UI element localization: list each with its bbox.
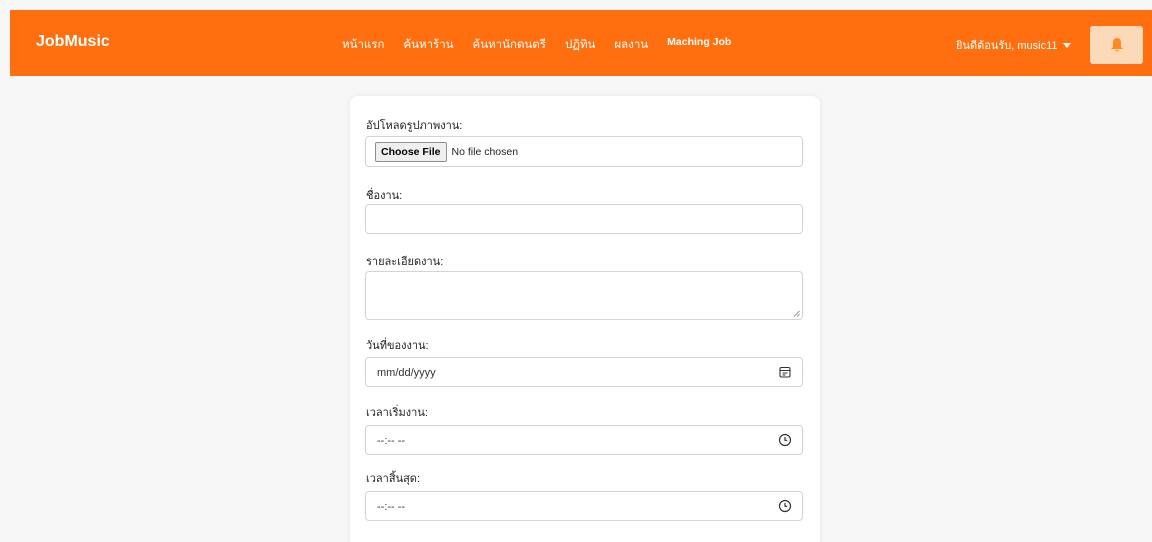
user-greeting: ยินดีต้อนรับ, music11	[956, 40, 1058, 52]
job-date-label: วันที่ของงาน:	[366, 340, 429, 352]
top-navbar: JobMusic หน้าแรก ค้นหาร้าน ค้นหานักดนตรี…	[10, 10, 1152, 76]
start-time-label: เวลาเริ่มงาน:	[366, 407, 428, 419]
job-date-input[interactable]: mm/dd/yyyy	[365, 357, 803, 387]
bell-icon	[1110, 38, 1123, 52]
job-description-label: รายละเอียดงาน:	[366, 256, 444, 268]
upload-label: อัปโหลดรูปภาพงาน:	[366, 120, 463, 132]
create-job-form: อัปโหลดรูปภาพงาน: Choose File No file ch…	[350, 96, 820, 542]
start-time-input[interactable]: --:-- --	[365, 425, 803, 455]
job-name-input[interactable]	[365, 204, 803, 234]
main-nav: หน้าแรก ค้นหาร้าน ค้นหานักดนตรี ปฏิทิน ผ…	[342, 36, 750, 54]
nav-calendar[interactable]: ปฏิทิน	[565, 36, 595, 54]
caret-down-icon	[1062, 43, 1071, 48]
notification-button[interactable]	[1090, 26, 1143, 64]
nav-matching-job[interactable]: Maching Job	[667, 36, 731, 54]
brand-logo[interactable]: JobMusic	[36, 33, 110, 51]
choose-file-button[interactable]: Choose File	[375, 141, 447, 162]
no-file-text: No file chosen	[451, 145, 519, 158]
file-upload-input[interactable]: Choose File No file chosen	[365, 136, 803, 167]
job-description-textarea[interactable]	[365, 271, 803, 320]
nav-home[interactable]: หน้าแรก	[342, 36, 384, 54]
nav-portfolio[interactable]: ผลงาน	[614, 36, 648, 54]
calendar-icon[interactable]	[778, 365, 792, 379]
nav-search-shop[interactable]: ค้นหาร้าน	[403, 36, 453, 54]
user-dropdown[interactable]: ยินดีต้อนรับ, music11	[956, 36, 1071, 54]
start-time-placeholder: --:-- --	[377, 435, 406, 447]
resize-handle-icon[interactable]	[793, 310, 800, 317]
end-time-input[interactable]: --:-- --	[365, 491, 803, 521]
job-name-label: ชื่องาน:	[366, 190, 403, 202]
nav-search-musician[interactable]: ค้นหานักดนตรี	[473, 36, 546, 54]
clock-icon[interactable]	[778, 433, 792, 447]
end-time-placeholder: --:-- --	[377, 501, 406, 513]
job-date-placeholder: mm/dd/yyyy	[377, 367, 436, 379]
clock-icon[interactable]	[778, 499, 792, 513]
end-time-label: เวลาสิ้นสุด:	[366, 473, 421, 485]
